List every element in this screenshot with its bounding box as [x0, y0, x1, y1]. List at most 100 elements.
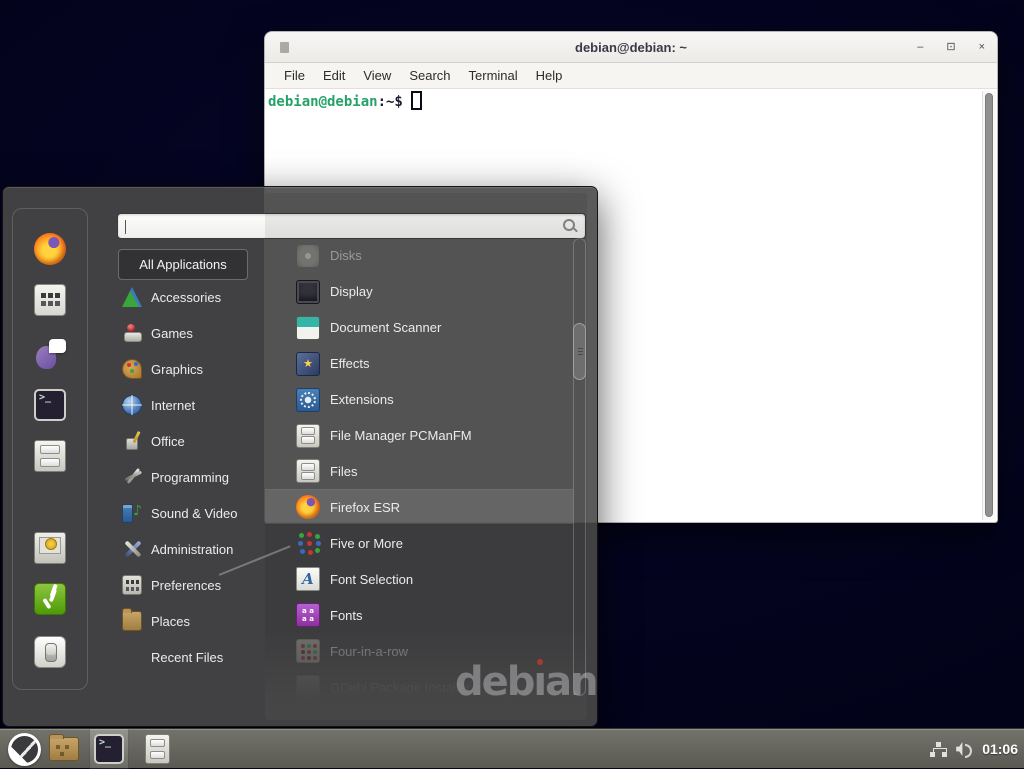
menu-scrollbar-track[interactable] [573, 238, 586, 696]
application-label: Document Scanner [330, 320, 441, 335]
category-preferences[interactable]: Preferences [117, 567, 265, 603]
favorite-terminal[interactable] [34, 389, 66, 421]
menu-item-terminal[interactable]: Terminal [460, 68, 527, 83]
dots5-icon [296, 531, 320, 555]
favorite-pidgin[interactable] [34, 338, 66, 370]
menu-scrollbar-thumb[interactable] [573, 323, 586, 380]
favorite-file-manager[interactable] [34, 440, 66, 472]
menu-item-help[interactable]: Help [527, 68, 572, 83]
menu-button[interactable] [4, 729, 45, 769]
application-label: Extensions [330, 392, 394, 407]
cabinet-icon [296, 424, 320, 448]
app-file-manager-pcmanfm[interactable]: File Manager PCManFM [265, 418, 573, 454]
menu-item-edit[interactable]: Edit [314, 68, 354, 83]
watermark-text-end: an [545, 659, 596, 705]
terminal-window-icon [280, 42, 289, 53]
app-files[interactable]: Files [265, 454, 573, 490]
application-label: Firefox ESR [330, 500, 400, 515]
cabinet-icon [296, 459, 320, 483]
watermark-text: deb [455, 659, 533, 705]
terminal-titlebar[interactable]: debian@debian: ~ – ⊡ × [265, 32, 997, 63]
disks-icon [296, 244, 320, 268]
favorite-shutdown[interactable] [34, 636, 66, 668]
favorite-firefox[interactable] [34, 233, 66, 265]
application-label: Font Selection [330, 572, 413, 587]
fonts-icon [296, 603, 320, 627]
category-sound-video[interactable]: Sound & Video [117, 495, 265, 531]
application-label: File Manager PCManFM [330, 428, 472, 443]
graphics-icon [122, 359, 142, 379]
launcher-file-manager[interactable] [45, 729, 83, 769]
all-applications-button[interactable]: All Applications [118, 249, 248, 280]
application-label: Five or More [330, 536, 403, 551]
category-label: Games [151, 326, 193, 341]
maximize-button[interactable]: ⊡ [946, 42, 955, 53]
office-icon [122, 431, 142, 451]
launcher-terminal[interactable] [89, 729, 129, 769]
category-games[interactable]: Games [117, 315, 265, 351]
category-administration[interactable]: Administration [117, 531, 265, 567]
window-controls: – ⊡ × [917, 32, 985, 63]
firefox-icon [296, 495, 320, 519]
terminal-scrollbar[interactable] [982, 91, 996, 520]
network-icon[interactable] [930, 741, 947, 758]
category-accessories[interactable]: Accessories [117, 279, 265, 315]
close-button[interactable]: × [979, 42, 985, 53]
category-programming[interactable]: Programming [117, 459, 265, 495]
games-icon [122, 323, 142, 343]
accessories-icon [122, 287, 142, 307]
application-label: Disks [330, 248, 362, 263]
application-label: Effects [330, 356, 370, 371]
category-internet[interactable]: Internet [117, 387, 265, 423]
folder-icon [49, 737, 79, 761]
category-graphics[interactable]: Graphics [117, 351, 265, 387]
app-effects[interactable]: Effects [265, 346, 573, 382]
fontsel-icon [296, 567, 320, 591]
category-recent-files[interactable]: Recent Files [117, 639, 265, 675]
category-label: Graphics [151, 362, 203, 377]
category-label: Administration [151, 542, 233, 557]
volume-icon[interactable] [956, 741, 973, 757]
application-label: Files [330, 464, 357, 479]
category-office[interactable]: Office [117, 423, 265, 459]
terminal-menubar: FileEditViewSearchTerminalHelp [265, 63, 997, 89]
favorite-lock-screen[interactable] [34, 532, 66, 564]
category-label: Sound & Video [151, 506, 238, 521]
taskbar: 01:06 [0, 728, 1024, 768]
scanner-icon [296, 316, 320, 340]
app-disks[interactable]: Disks [265, 238, 573, 274]
administration-icon [122, 539, 142, 559]
launcher-files[interactable] [141, 729, 174, 769]
app-five-or-more[interactable]: Five or More [265, 525, 573, 561]
clock[interactable]: 01:06 [982, 741, 1018, 757]
terminal-scrollbar-thumb[interactable] [985, 93, 993, 517]
app-display[interactable]: Display [265, 274, 573, 310]
menu-item-view[interactable]: View [354, 68, 400, 83]
minimize-button[interactable]: – [917, 42, 923, 53]
programming-icon [122, 467, 142, 487]
app-extensions[interactable]: Extensions [265, 382, 573, 418]
category-label: Recent Files [151, 650, 223, 665]
watermark-text-i: ı [533, 659, 545, 705]
terminal-title: debian@debian: ~ [265, 32, 997, 63]
terminal-icon [94, 734, 124, 764]
category-label: Accessories [151, 290, 221, 305]
prompt-user: debian@debian [268, 94, 378, 110]
favorite-software[interactable] [34, 284, 66, 316]
terminal-cursor [411, 91, 422, 110]
app-font-selection[interactable]: Font Selection [265, 561, 573, 597]
application-label: Fonts [330, 608, 363, 623]
favorite-logout[interactable] [34, 583, 66, 615]
category-label: Preferences [151, 578, 221, 593]
system-tray: 01:06 [930, 729, 1018, 769]
app-firefox-esr[interactable]: Firefox ESR [265, 489, 573, 525]
app-document-scanner[interactable]: Document Scanner [265, 310, 573, 346]
application-menu: All Applications Accessories Games Graph… [2, 186, 598, 727]
text-caret [125, 220, 126, 234]
category-places[interactable]: Places [117, 603, 265, 639]
menu-item-search[interactable]: Search [400, 68, 459, 83]
menu-item-file[interactable]: File [275, 68, 314, 83]
soundvideo-icon [122, 503, 142, 523]
category-label: Programming [151, 470, 229, 485]
preferences-icon [122, 575, 142, 595]
